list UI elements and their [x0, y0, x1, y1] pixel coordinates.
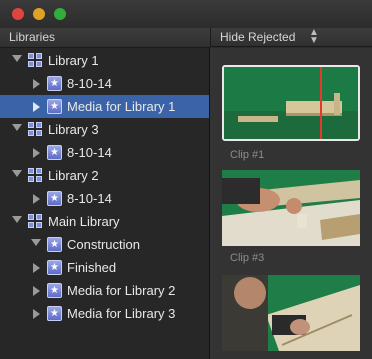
row-label: 8-10-14	[67, 191, 112, 206]
hide-rejected-filter[interactable]: Hide Rejected	[220, 30, 295, 44]
event-star-icon: ★	[47, 237, 62, 252]
libraries-title: Libraries	[9, 30, 56, 44]
clip-browser: Clip #1 Clip #3	[210, 48, 372, 359]
window-titlebar	[0, 0, 372, 28]
event-row-construction[interactable]: ★ Construction	[0, 233, 209, 256]
disclosure-collapsed-icon[interactable]	[33, 79, 40, 89]
chevron-updown-icon[interactable]: ▲ ▼	[309, 28, 319, 46]
event-star-icon: ★	[47, 260, 62, 275]
row-label: Library 3	[48, 122, 99, 137]
row-label: 8-10-14	[67, 145, 112, 160]
event-row-8-10-14[interactable]: ★ 8-10-14	[0, 141, 209, 164]
library-icon	[28, 168, 43, 183]
library-row-library-2[interactable]: Library 2	[0, 164, 209, 187]
clip-thumbnail[interactable]	[222, 275, 360, 351]
row-label: Main Library	[48, 214, 120, 229]
event-star-icon: ★	[47, 191, 62, 206]
row-label: Construction	[67, 237, 140, 252]
minimize-button[interactable]	[33, 8, 45, 20]
library-icon	[28, 214, 43, 229]
library-icon	[28, 53, 43, 68]
disclosure-collapsed-icon[interactable]	[33, 263, 40, 273]
event-row-media-for-library-2[interactable]: ★ Media for Library 2	[0, 279, 209, 302]
event-row-media-for-library-1[interactable]: ★ Media for Library 1	[0, 95, 209, 118]
disclosure-expanded-icon[interactable]	[31, 239, 41, 246]
disclosure-collapsed-icon[interactable]	[33, 102, 40, 112]
close-button[interactable]	[12, 8, 24, 20]
disclosure-collapsed-icon[interactable]	[33, 286, 40, 296]
event-star-icon: ★	[47, 145, 62, 160]
disclosure-expanded-icon[interactable]	[12, 170, 22, 177]
disclosure-collapsed-icon[interactable]	[33, 194, 40, 204]
disclosure-expanded-icon[interactable]	[12, 216, 22, 223]
clip-thumbnail[interactable]	[222, 65, 360, 141]
event-row-8-10-14[interactable]: ★ 8-10-14	[0, 72, 209, 95]
event-star-icon: ★	[47, 306, 62, 321]
event-row-8-10-14[interactable]: ★ 8-10-14	[0, 187, 209, 210]
event-row-finished[interactable]: ★ Finished	[0, 256, 209, 279]
libraries-header: Libraries	[0, 28, 210, 48]
row-label: Library 1	[48, 53, 99, 68]
clip-label: Clip #3	[230, 252, 265, 264]
clip-label: Clip #1	[230, 149, 265, 161]
event-star-icon: ★	[47, 76, 62, 91]
disclosure-expanded-icon[interactable]	[12, 55, 22, 62]
event-star-icon: ★	[47, 99, 62, 114]
row-label: Media for Library 2	[67, 283, 176, 298]
library-row-library-3[interactable]: Library 3	[0, 118, 209, 141]
playhead[interactable]	[320, 67, 322, 139]
row-label: Finished	[67, 260, 117, 275]
event-star-icon: ★	[47, 283, 62, 298]
disclosure-collapsed-icon[interactable]	[33, 148, 40, 158]
event-row-media-for-library-3[interactable]: ★ Media for Library 3	[0, 302, 209, 325]
row-label: Library 2	[48, 168, 99, 183]
library-icon	[28, 122, 43, 137]
row-label: Media for Library 3	[67, 306, 176, 321]
library-row-library-1[interactable]: Library 1	[0, 49, 209, 72]
zoom-button[interactable]	[54, 8, 66, 20]
libraries-sidebar: Library 1 ★ 8-10-14 ★ Media for Library 1 Lib…	[0, 48, 210, 359]
disclosure-expanded-icon[interactable]	[12, 124, 22, 131]
row-label: 8-10-14	[67, 76, 112, 91]
row-label: Media for Library 1	[67, 99, 176, 114]
disclosure-collapsed-icon[interactable]	[33, 309, 40, 319]
clip-thumbnail[interactable]	[222, 170, 360, 246]
browser-header: Hide Rejected ▲ ▼	[210, 28, 372, 47]
library-row-main-library[interactable]: Main Library	[0, 210, 209, 233]
